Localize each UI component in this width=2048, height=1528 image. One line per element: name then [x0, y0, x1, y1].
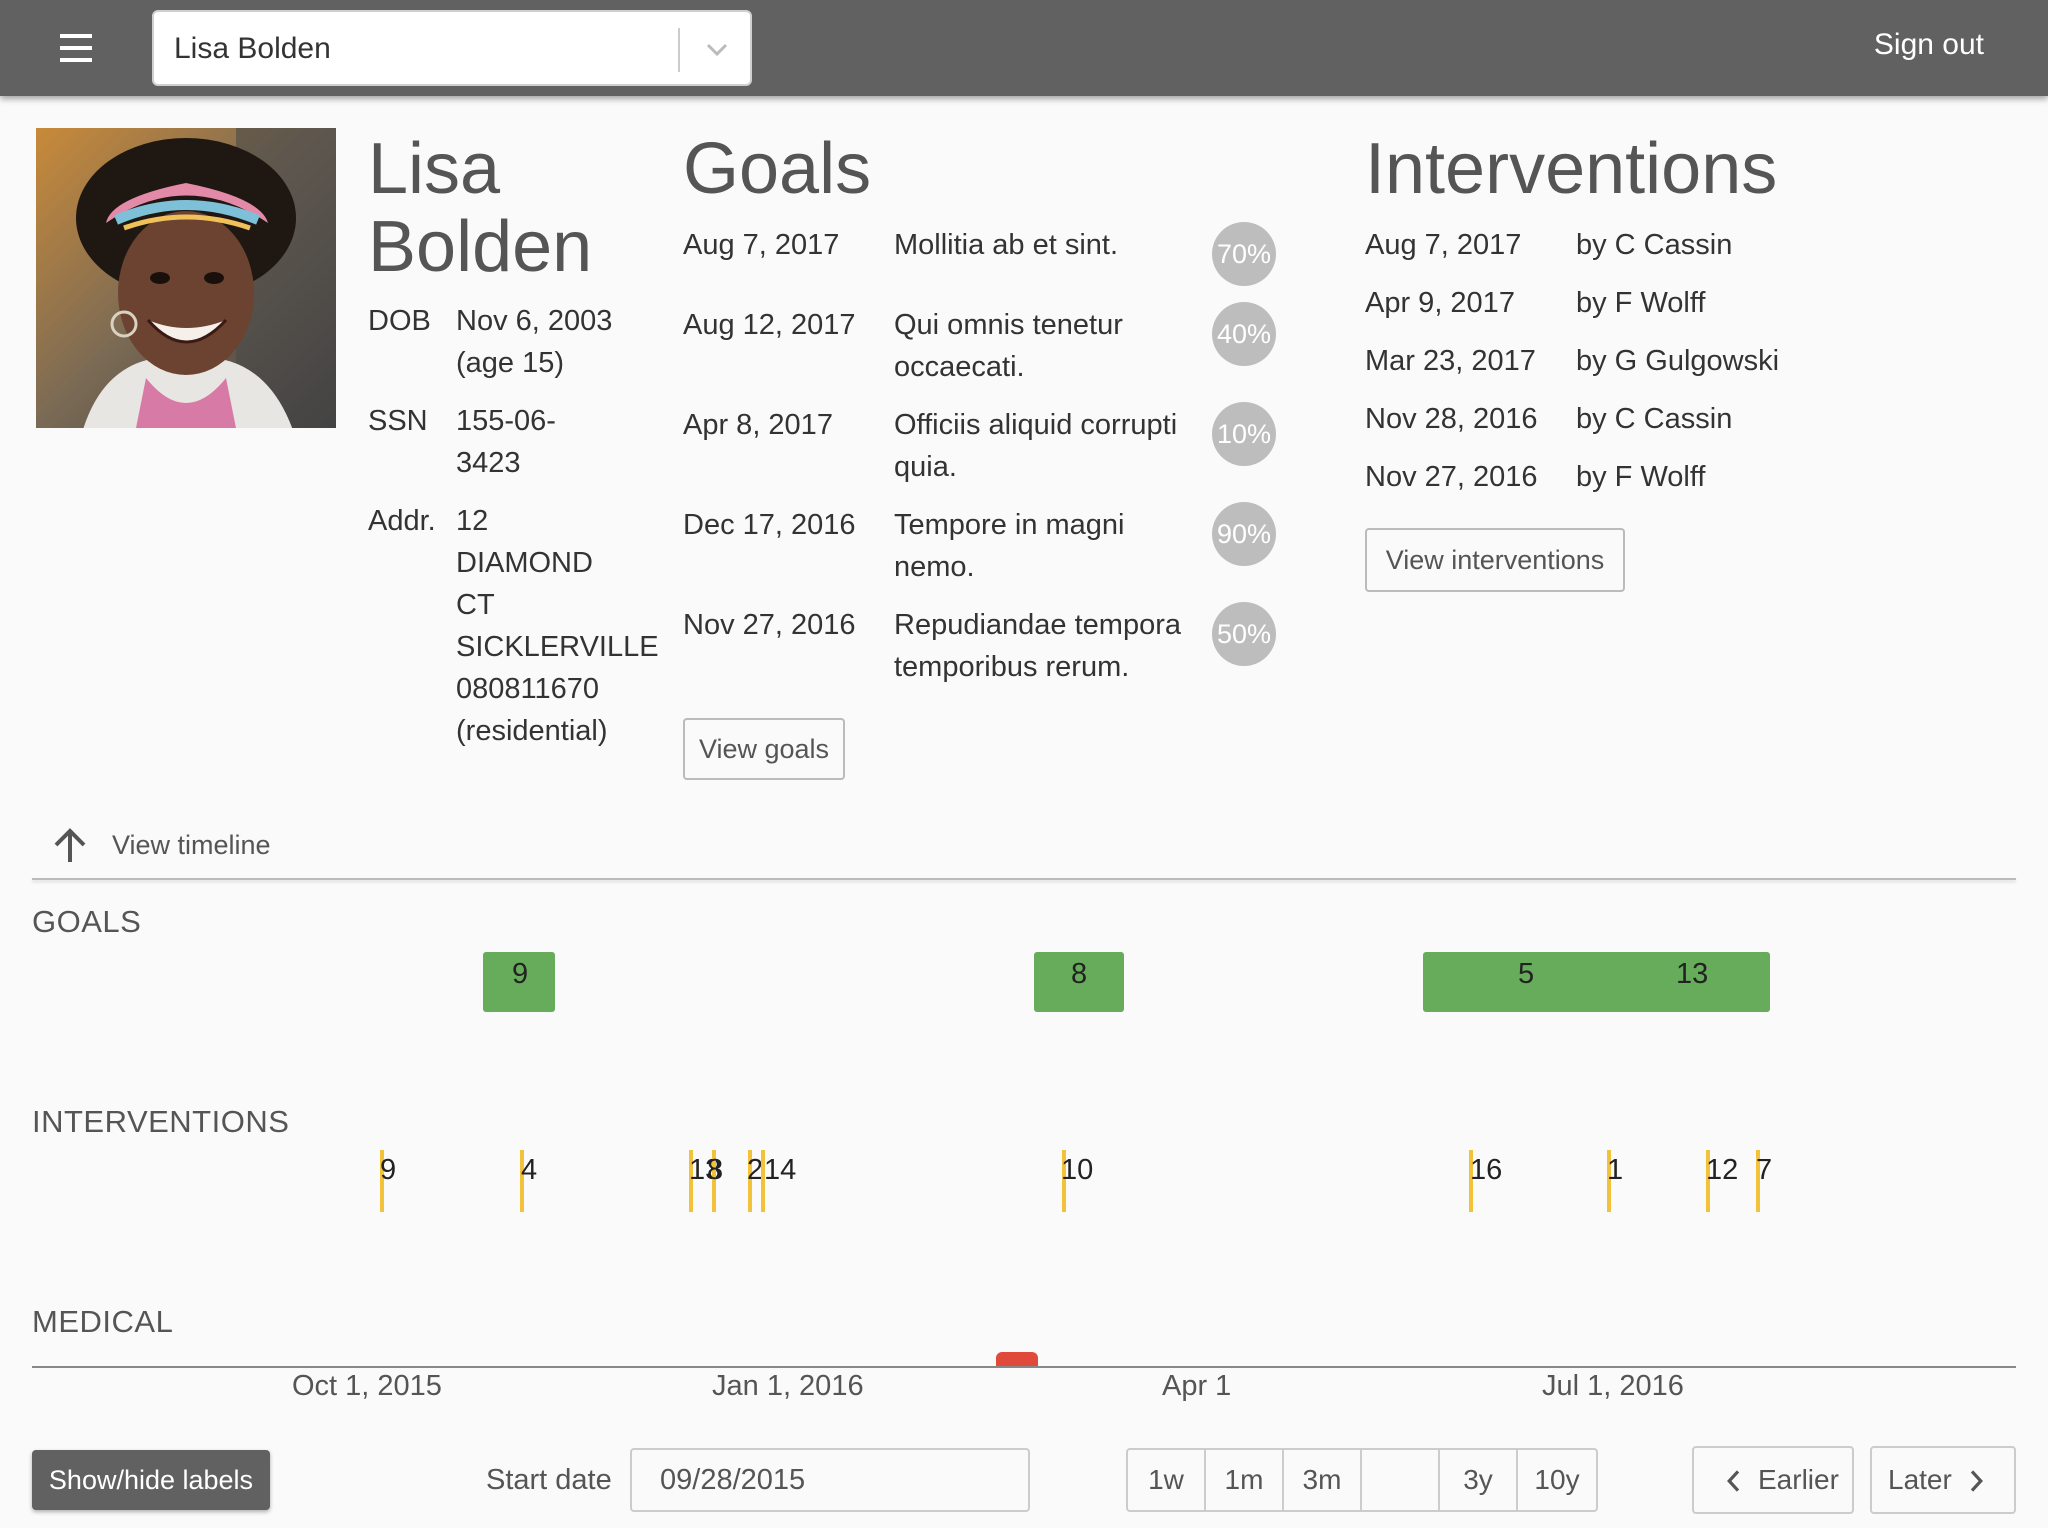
- goal-bar-label: 5: [1518, 958, 1535, 990]
- address-line: 12: [456, 505, 489, 537]
- show-hide-labels-button[interactable]: Show/hide labels: [32, 1450, 270, 1510]
- address-line: (residential): [456, 715, 608, 747]
- intervention-date: Aug 7, 2017: [1365, 229, 1522, 261]
- dob-value: Nov 6, 2003 (age 15): [456, 300, 646, 384]
- range-1y-button[interactable]: [1362, 1450, 1440, 1510]
- chevron-down-icon[interactable]: [702, 34, 732, 64]
- intervention-marker-label: 4: [521, 1154, 538, 1186]
- client-name: Lisa Bolden: [368, 130, 592, 286]
- intervention-date: Mar 23, 2017: [1365, 345, 1536, 377]
- goal-text: Repudiandae tempora temporibus rerum.: [894, 609, 1181, 683]
- ssn-line: 3423: [456, 447, 521, 479]
- axis-tick-label: Jul 1, 2016: [1542, 1370, 1684, 1402]
- dob-label: DOB: [368, 305, 431, 337]
- view-interventions-button[interactable]: View interventions: [1365, 528, 1625, 592]
- start-date-input[interactable]: 09/28/2015: [630, 1448, 1030, 1512]
- timeline-axis: [32, 1366, 2016, 1368]
- client-select-value: Lisa Bolden: [174, 32, 331, 65]
- chevron-left-icon: [1727, 1470, 1740, 1492]
- address-value: 12 DIAMOND CT SICKLERVILLE 080811670 (re…: [456, 500, 659, 752]
- address-line: DIAMOND: [456, 547, 593, 579]
- intervention-marker-label: 16: [1470, 1154, 1503, 1186]
- earlier-label: Earlier: [1758, 1464, 1839, 1495]
- goal-bar[interactable]: [1423, 952, 1770, 1012]
- dob-date: Nov 6, 2003: [456, 305, 613, 337]
- intervention-author: by G Gulgowski: [1576, 345, 1780, 377]
- goal-text: Mollitia ab et sint.: [894, 229, 1119, 261]
- goal-date: Apr 8, 2017: [683, 409, 833, 441]
- client-select[interactable]: Lisa Bolden: [152, 10, 752, 86]
- view-goals-button[interactable]: View goals: [683, 718, 845, 780]
- interventions-track-label: INTERVENTIONS: [32, 1104, 290, 1139]
- chevron-right-icon: [1970, 1470, 1983, 1492]
- later-button[interactable]: Later: [1870, 1446, 2016, 1514]
- address-label: Addr.: [368, 505, 436, 537]
- range-3m-button[interactable]: 3m: [1284, 1450, 1362, 1510]
- intervention-author: by C Cassin: [1576, 229, 1733, 261]
- intervention-author: by C Cassin: [1576, 403, 1733, 435]
- medical-track-label: MEDICAL: [32, 1304, 174, 1339]
- timeline-divider: [32, 878, 2016, 880]
- goal-progress-badge: 10%: [1212, 402, 1276, 466]
- goal-text: Qui omnis tenetur occaecati.: [894, 309, 1123, 383]
- goal-text: Officiis aliquid corrupti quia.: [894, 409, 1178, 483]
- address-line: CT: [456, 589, 495, 621]
- sign-out-link[interactable]: Sign out: [1874, 28, 1984, 62]
- start-date-label: Start date: [486, 1464, 612, 1496]
- range-3y-button[interactable]: 3y: [1440, 1450, 1518, 1510]
- axis-tick-label: Jan 1, 2016: [712, 1370, 864, 1402]
- intervention-marker-label: 8: [707, 1154, 724, 1186]
- earlier-button[interactable]: Earlier: [1692, 1446, 1854, 1514]
- goal-date: Dec 17, 2016: [683, 509, 856, 541]
- intervention-marker-label: 10: [1061, 1154, 1094, 1186]
- goal-date: Nov 27, 2016: [683, 609, 856, 641]
- first-name: Lisa: [368, 129, 501, 209]
- select-divider: [678, 28, 680, 72]
- goal-bar-label: 13: [1676, 958, 1709, 990]
- view-timeline-label: View timeline: [112, 830, 271, 860]
- intervention-author: by F Wolff: [1576, 461, 1706, 493]
- ssn-line: 155-06-: [456, 405, 556, 437]
- range-1w-button[interactable]: 1w: [1128, 1450, 1206, 1510]
- axis-tick-label: Oct 1, 2015: [292, 1370, 442, 1402]
- range-1m-button[interactable]: 1m: [1206, 1450, 1284, 1510]
- intervention-author: by F Wolff: [1576, 287, 1706, 319]
- address-line: SICKLERVILLE: [456, 631, 659, 663]
- client-photo: [36, 128, 336, 428]
- intervention-date: Nov 28, 2016: [1365, 403, 1538, 435]
- ssn-value: 155-06- 3423: [456, 400, 646, 484]
- axis-tick-label: Apr 1: [1162, 1370, 1232, 1402]
- goal-text: Tempore in magni nemo.: [894, 509, 1125, 583]
- intervention-marker-label: 7: [1756, 1154, 1773, 1186]
- goal-date: Aug 12, 2017: [683, 309, 856, 341]
- goal-bar-label: 8: [1071, 958, 1088, 990]
- range-button-group: 1w 1m 3m 3y 10y: [1126, 1448, 1598, 1512]
- intervention-marker-label: 9: [380, 1154, 397, 1186]
- last-name: Bolden: [368, 207, 593, 287]
- range-10y-button[interactable]: 10y: [1518, 1450, 1596, 1510]
- goal-progress-badge: 90%: [1212, 502, 1276, 566]
- intervention-date: Nov 27, 2016: [1365, 461, 1538, 493]
- address-line: 080811670: [456, 673, 600, 705]
- goal-progress-badge: 50%: [1212, 602, 1276, 666]
- goal-progress-badge: 70%: [1212, 222, 1276, 286]
- later-label: Later: [1888, 1464, 1952, 1495]
- goals-track-label: GOALS: [32, 904, 142, 939]
- intervention-marker-label: 1: [1607, 1154, 1624, 1186]
- intervention-marker-label: 12: [1706, 1154, 1739, 1186]
- goals-title: Goals: [683, 129, 872, 209]
- goal-date: Aug 7, 2017: [683, 229, 840, 261]
- interventions-title: Interventions: [1365, 129, 1778, 209]
- intervention-date: Apr 9, 2017: [1365, 287, 1515, 319]
- ssn-label: SSN: [368, 405, 428, 437]
- top-bar: Lisa Bolden Sign out: [0, 0, 2048, 96]
- dob-age: (age 15): [456, 347, 565, 379]
- intervention-marker-label: 14: [764, 1154, 797, 1186]
- goal-progress-badge: 40%: [1212, 302, 1276, 366]
- hamburger-menu-icon[interactable]: [50, 30, 102, 66]
- arrow-up-icon: [54, 828, 86, 862]
- goal-bar-label: 9: [512, 958, 529, 990]
